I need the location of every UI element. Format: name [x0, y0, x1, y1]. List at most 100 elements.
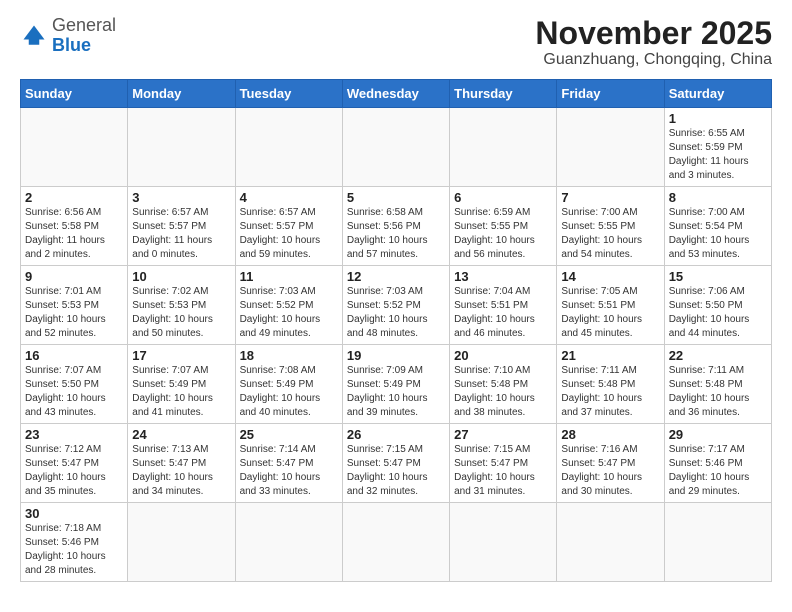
header-saturday: Saturday: [664, 80, 771, 108]
logo-text: General Blue: [52, 16, 116, 56]
table-row: 10Sunrise: 7:02 AM Sunset: 5:53 PM Dayli…: [128, 266, 235, 345]
table-row: 4Sunrise: 6:57 AM Sunset: 5:57 PM Daylig…: [235, 187, 342, 266]
day-number: 16: [25, 348, 123, 363]
day-info: Sunrise: 7:10 AM Sunset: 5:48 PM Dayligh…: [454, 364, 552, 420]
day-info: Sunrise: 7:11 AM Sunset: 5:48 PM Dayligh…: [669, 364, 767, 420]
day-number: 30: [25, 506, 123, 521]
table-row: 19Sunrise: 7:09 AM Sunset: 5:49 PM Dayli…: [342, 345, 449, 424]
table-row: [450, 503, 557, 582]
page: General Blue November 2025 Guanzhuang, C…: [0, 0, 792, 612]
calendar-week-row: 2Sunrise: 6:56 AM Sunset: 5:58 PM Daylig…: [21, 187, 772, 266]
location-subtitle: Guanzhuang, Chongqing, China: [535, 51, 772, 69]
day-number: 1: [669, 111, 767, 126]
table-row: 21Sunrise: 7:11 AM Sunset: 5:48 PM Dayli…: [557, 345, 664, 424]
day-number: 24: [132, 427, 230, 442]
day-number: 4: [240, 190, 338, 205]
day-info: Sunrise: 7:12 AM Sunset: 5:47 PM Dayligh…: [25, 443, 123, 499]
day-number: 21: [561, 348, 659, 363]
table-row: [342, 503, 449, 582]
table-row: [664, 503, 771, 582]
day-info: Sunrise: 6:57 AM Sunset: 5:57 PM Dayligh…: [240, 206, 338, 262]
day-info: Sunrise: 7:13 AM Sunset: 5:47 PM Dayligh…: [132, 443, 230, 499]
day-number: 17: [132, 348, 230, 363]
table-row: [235, 108, 342, 187]
table-row: [450, 108, 557, 187]
title-block: November 2025 Guanzhuang, Chongqing, Chi…: [535, 16, 772, 69]
day-info: Sunrise: 7:05 AM Sunset: 5:51 PM Dayligh…: [561, 285, 659, 341]
day-number: 10: [132, 269, 230, 284]
day-number: 18: [240, 348, 338, 363]
table-row: [21, 108, 128, 187]
table-row: 30Sunrise: 7:18 AM Sunset: 5:46 PM Dayli…: [21, 503, 128, 582]
day-number: 27: [454, 427, 552, 442]
day-info: Sunrise: 7:08 AM Sunset: 5:49 PM Dayligh…: [240, 364, 338, 420]
day-info: Sunrise: 7:16 AM Sunset: 5:47 PM Dayligh…: [561, 443, 659, 499]
calendar-week-row: 1Sunrise: 6:55 AM Sunset: 5:59 PM Daylig…: [21, 108, 772, 187]
logo-icon: [20, 22, 48, 50]
header-thursday: Thursday: [450, 80, 557, 108]
day-number: 11: [240, 269, 338, 284]
logo-general: General: [52, 15, 116, 35]
logo: General Blue: [20, 16, 116, 56]
table-row: 23Sunrise: 7:12 AM Sunset: 5:47 PM Dayli…: [21, 424, 128, 503]
table-row: 6Sunrise: 6:59 AM Sunset: 5:55 PM Daylig…: [450, 187, 557, 266]
day-info: Sunrise: 7:04 AM Sunset: 5:51 PM Dayligh…: [454, 285, 552, 341]
month-year-title: November 2025: [535, 16, 772, 51]
day-number: 25: [240, 427, 338, 442]
header-sunday: Sunday: [21, 80, 128, 108]
table-row: [128, 108, 235, 187]
day-info: Sunrise: 7:14 AM Sunset: 5:47 PM Dayligh…: [240, 443, 338, 499]
day-info: Sunrise: 6:58 AM Sunset: 5:56 PM Dayligh…: [347, 206, 445, 262]
table-row: 3Sunrise: 6:57 AM Sunset: 5:57 PM Daylig…: [128, 187, 235, 266]
day-number: 15: [669, 269, 767, 284]
day-number: 23: [25, 427, 123, 442]
table-row: 26Sunrise: 7:15 AM Sunset: 5:47 PM Dayli…: [342, 424, 449, 503]
day-number: 20: [454, 348, 552, 363]
table-row: 1Sunrise: 6:55 AM Sunset: 5:59 PM Daylig…: [664, 108, 771, 187]
table-row: 22Sunrise: 7:11 AM Sunset: 5:48 PM Dayli…: [664, 345, 771, 424]
day-info: Sunrise: 6:56 AM Sunset: 5:58 PM Dayligh…: [25, 206, 123, 262]
day-info: Sunrise: 7:15 AM Sunset: 5:47 PM Dayligh…: [454, 443, 552, 499]
table-row: [557, 108, 664, 187]
table-row: 27Sunrise: 7:15 AM Sunset: 5:47 PM Dayli…: [450, 424, 557, 503]
table-row: 14Sunrise: 7:05 AM Sunset: 5:51 PM Dayli…: [557, 266, 664, 345]
day-number: 29: [669, 427, 767, 442]
table-row: 25Sunrise: 7:14 AM Sunset: 5:47 PM Dayli…: [235, 424, 342, 503]
day-number: 14: [561, 269, 659, 284]
day-info: Sunrise: 7:17 AM Sunset: 5:46 PM Dayligh…: [669, 443, 767, 499]
table-row: [557, 503, 664, 582]
table-row: 12Sunrise: 7:03 AM Sunset: 5:52 PM Dayli…: [342, 266, 449, 345]
calendar-table: Sunday Monday Tuesday Wednesday Thursday…: [20, 79, 772, 582]
table-row: 2Sunrise: 6:56 AM Sunset: 5:58 PM Daylig…: [21, 187, 128, 266]
day-info: Sunrise: 7:00 AM Sunset: 5:54 PM Dayligh…: [669, 206, 767, 262]
table-row: 24Sunrise: 7:13 AM Sunset: 5:47 PM Dayli…: [128, 424, 235, 503]
day-number: 12: [347, 269, 445, 284]
day-info: Sunrise: 6:57 AM Sunset: 5:57 PM Dayligh…: [132, 206, 230, 262]
day-number: 13: [454, 269, 552, 284]
weekday-header-row: Sunday Monday Tuesday Wednesday Thursday…: [21, 80, 772, 108]
day-info: Sunrise: 7:11 AM Sunset: 5:48 PM Dayligh…: [561, 364, 659, 420]
table-row: 7Sunrise: 7:00 AM Sunset: 5:55 PM Daylig…: [557, 187, 664, 266]
day-number: 2: [25, 190, 123, 205]
table-row: [128, 503, 235, 582]
table-row: 13Sunrise: 7:04 AM Sunset: 5:51 PM Dayli…: [450, 266, 557, 345]
table-row: 17Sunrise: 7:07 AM Sunset: 5:49 PM Dayli…: [128, 345, 235, 424]
table-row: [342, 108, 449, 187]
table-row: 5Sunrise: 6:58 AM Sunset: 5:56 PM Daylig…: [342, 187, 449, 266]
day-number: 3: [132, 190, 230, 205]
day-info: Sunrise: 7:00 AM Sunset: 5:55 PM Dayligh…: [561, 206, 659, 262]
day-info: Sunrise: 7:15 AM Sunset: 5:47 PM Dayligh…: [347, 443, 445, 499]
header-tuesday: Tuesday: [235, 80, 342, 108]
logo-blue: Blue: [52, 35, 91, 55]
day-number: 26: [347, 427, 445, 442]
table-row: 28Sunrise: 7:16 AM Sunset: 5:47 PM Dayli…: [557, 424, 664, 503]
table-row: [235, 503, 342, 582]
calendar-week-row: 30Sunrise: 7:18 AM Sunset: 5:46 PM Dayli…: [21, 503, 772, 582]
day-info: Sunrise: 6:55 AM Sunset: 5:59 PM Dayligh…: [669, 127, 767, 183]
table-row: 9Sunrise: 7:01 AM Sunset: 5:53 PM Daylig…: [21, 266, 128, 345]
day-info: Sunrise: 7:18 AM Sunset: 5:46 PM Dayligh…: [25, 522, 123, 578]
day-info: Sunrise: 7:07 AM Sunset: 5:49 PM Dayligh…: [132, 364, 230, 420]
day-number: 7: [561, 190, 659, 205]
day-number: 22: [669, 348, 767, 363]
day-number: 8: [669, 190, 767, 205]
